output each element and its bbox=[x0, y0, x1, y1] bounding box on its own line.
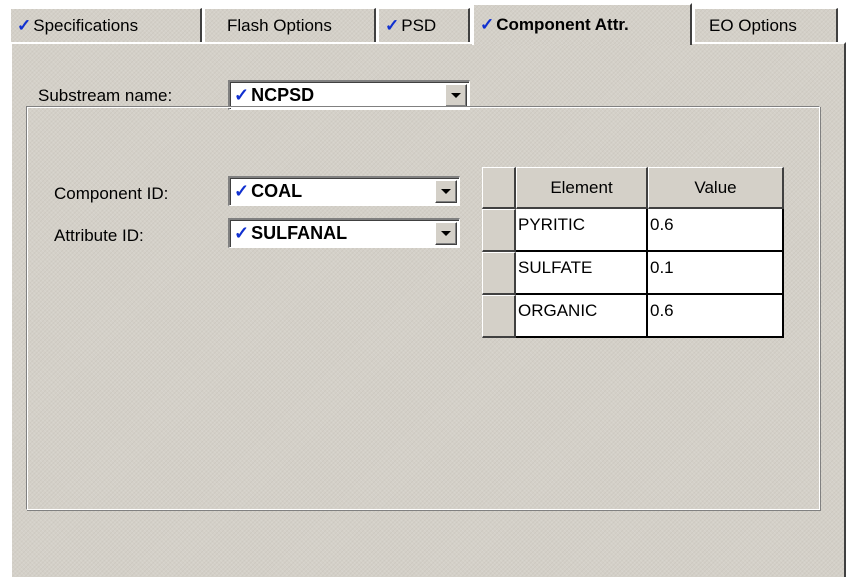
column-header-value[interactable]: Value bbox=[648, 167, 784, 209]
dropdown-button[interactable] bbox=[445, 84, 467, 107]
tab-label: Specifications bbox=[33, 15, 139, 35]
cell-element[interactable]: SULFATE bbox=[516, 252, 648, 295]
column-header-element[interactable]: Element bbox=[516, 167, 648, 209]
dropdown-button[interactable] bbox=[435, 180, 457, 203]
tab-flash-options[interactable]: Flash Options bbox=[204, 8, 376, 42]
tab-eo-options[interactable]: EO Options bbox=[694, 8, 838, 42]
row-header[interactable] bbox=[482, 295, 516, 338]
check-icon: ✓ bbox=[480, 15, 495, 34]
attribute-grid: Element Value PYRITIC 0.6 SULFATE 0.1 OR… bbox=[482, 167, 784, 339]
grid-corner-header[interactable] bbox=[482, 167, 516, 209]
tab-strip: ✓ Specifications Flash Options ✓ PSD ✓ C… bbox=[0, 0, 848, 45]
attribute-id-value: ✓ SULFANAL bbox=[234, 223, 348, 243]
dropdown-button[interactable] bbox=[435, 222, 457, 245]
cell-value[interactable]: 0.6 bbox=[648, 209, 784, 252]
cell-element[interactable]: ORGANIC bbox=[516, 295, 648, 338]
cell-value[interactable]: 0.6 bbox=[648, 295, 784, 338]
row-header[interactable] bbox=[482, 252, 516, 295]
tab-label: Flash Options bbox=[227, 15, 332, 35]
tab-label: Component Attr. bbox=[496, 15, 629, 34]
component-id-combobox[interactable]: ✓ COAL bbox=[228, 176, 460, 206]
tab-component-attr[interactable]: ✓ Component Attr. bbox=[472, 3, 692, 45]
check-icon: ✓ bbox=[234, 85, 250, 105]
check-icon: ✓ bbox=[385, 15, 400, 35]
row-header[interactable] bbox=[482, 209, 516, 252]
chevron-down-icon bbox=[441, 231, 451, 236]
cell-element[interactable]: PYRITIC bbox=[516, 209, 648, 252]
check-icon: ✓ bbox=[234, 223, 250, 243]
tab-label: EO Options bbox=[709, 15, 797, 35]
substream-label: Substream name: bbox=[38, 86, 173, 105]
component-id-label: Component ID: bbox=[54, 184, 169, 203]
chevron-down-icon bbox=[441, 189, 451, 194]
check-icon: ✓ bbox=[234, 181, 250, 201]
tab-label: PSD bbox=[401, 15, 437, 35]
tab-specifications[interactable]: ✓ Specifications bbox=[10, 8, 202, 42]
tab-psd[interactable]: ✓ PSD bbox=[378, 8, 470, 42]
check-icon: ✓ bbox=[17, 15, 32, 35]
cell-value[interactable]: 0.1 bbox=[648, 252, 784, 295]
chevron-down-icon bbox=[451, 93, 461, 98]
substream-value: ✓ NCPSD bbox=[234, 85, 315, 105]
attribute-id-combobox[interactable]: ✓ SULFANAL bbox=[228, 218, 460, 248]
component-id-value: ✓ COAL bbox=[234, 181, 303, 201]
attribute-id-label: Attribute ID: bbox=[54, 226, 144, 245]
